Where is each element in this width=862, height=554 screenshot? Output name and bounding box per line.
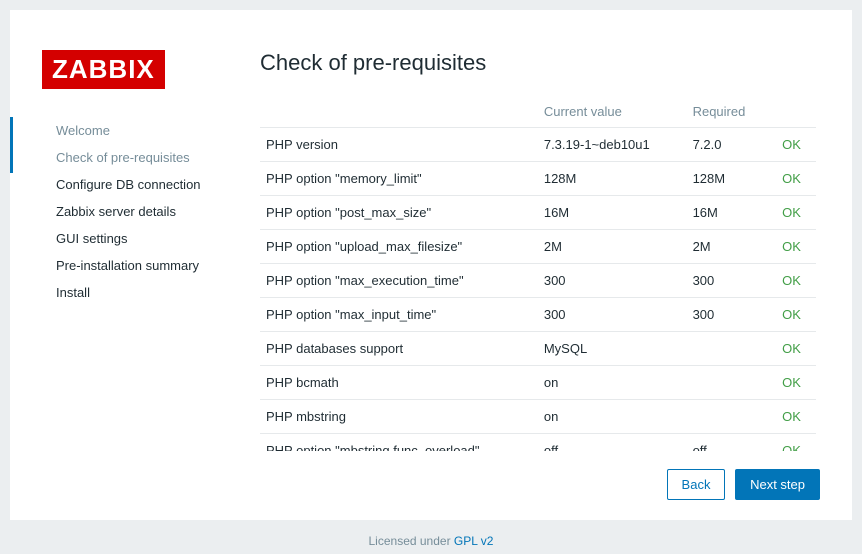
nav-steps: Welcome Check of pre-requisites Configur… bbox=[42, 117, 252, 306]
cell-name: PHP mbstring bbox=[260, 400, 538, 434]
footer-text: Licensed under bbox=[369, 534, 454, 548]
table-row: PHP mbstringon OK bbox=[260, 400, 816, 434]
cell-name: PHP option "max_execution_time" bbox=[260, 264, 538, 298]
cell-required bbox=[687, 332, 777, 366]
cell-name: PHP option "post_max_size" bbox=[260, 196, 538, 230]
cell-required: 16M bbox=[687, 196, 777, 230]
cell-name: PHP option "max_input_time" bbox=[260, 298, 538, 332]
footer: Licensed under GPL v2 bbox=[0, 530, 862, 552]
table-row: PHP databases supportMySQL OK bbox=[260, 332, 816, 366]
prereq-table: Current value Required PHP version7.3.19… bbox=[260, 96, 816, 451]
cell-required: 300 bbox=[687, 298, 777, 332]
page-title: Check of pre-requisites bbox=[260, 50, 820, 76]
cell-status: OK bbox=[776, 298, 816, 332]
zabbix-logo: ZABBIX bbox=[42, 50, 165, 89]
table-row: PHP option "max_execution_time"300300OK bbox=[260, 264, 816, 298]
cell-current-value: on bbox=[538, 400, 687, 434]
nav-indicator bbox=[10, 117, 13, 173]
cell-current-value: 2M bbox=[538, 230, 687, 264]
nav-item-prereq[interactable]: Check of pre-requisites bbox=[42, 144, 252, 171]
main-content: Check of pre-requisites Current value Re… bbox=[252, 50, 820, 500]
cell-status: OK bbox=[776, 128, 816, 162]
cell-status: OK bbox=[776, 366, 816, 400]
nav-item-gui-settings[interactable]: GUI settings bbox=[42, 225, 252, 252]
cell-status: OK bbox=[776, 264, 816, 298]
cell-name: PHP databases support bbox=[260, 332, 538, 366]
th-current-value: Current value bbox=[538, 96, 687, 128]
back-button[interactable]: Back bbox=[667, 469, 726, 500]
footer-license-link[interactable]: GPL v2 bbox=[454, 534, 494, 548]
cell-name: PHP option "upload_max_filesize" bbox=[260, 230, 538, 264]
th-name bbox=[260, 96, 538, 128]
next-step-button[interactable]: Next step bbox=[735, 469, 820, 500]
nav-item-preinstall-summary[interactable]: Pre-installation summary bbox=[42, 252, 252, 279]
cell-required: 2M bbox=[687, 230, 777, 264]
nav-item-configure-db[interactable]: Configure DB connection bbox=[42, 171, 252, 198]
cell-current-value: 300 bbox=[538, 298, 687, 332]
cell-status: OK bbox=[776, 400, 816, 434]
table-row: PHP option "mbstring.func_overload"offof… bbox=[260, 434, 816, 452]
cell-required: 7.2.0 bbox=[687, 128, 777, 162]
table-row: PHP version7.3.19-1~deb10u17.2.0OK bbox=[260, 128, 816, 162]
cell-current-value: 128M bbox=[538, 162, 687, 196]
cell-required: 300 bbox=[687, 264, 777, 298]
cell-current-value: 300 bbox=[538, 264, 687, 298]
cell-current-value: MySQL bbox=[538, 332, 687, 366]
cell-status: OK bbox=[776, 196, 816, 230]
table-row: PHP option "max_input_time"300300OK bbox=[260, 298, 816, 332]
table-row: PHP option "memory_limit"128M128MOK bbox=[260, 162, 816, 196]
cell-status: OK bbox=[776, 332, 816, 366]
cell-name: PHP option "memory_limit" bbox=[260, 162, 538, 196]
table-row: PHP option "post_max_size"16M16MOK bbox=[260, 196, 816, 230]
nav-item-install[interactable]: Install bbox=[42, 279, 252, 306]
cell-required: 128M bbox=[687, 162, 777, 196]
cell-name: PHP option "mbstring.func_overload" bbox=[260, 434, 538, 452]
nav-item-server-details[interactable]: Zabbix server details bbox=[42, 198, 252, 225]
cell-required bbox=[687, 400, 777, 434]
setup-container: ZABBIX Welcome Check of pre-requisites C… bbox=[10, 10, 852, 520]
cell-status: OK bbox=[776, 434, 816, 452]
table-row: PHP bcmathon OK bbox=[260, 366, 816, 400]
th-required: Required bbox=[687, 96, 777, 128]
cell-current-value: 7.3.19-1~deb10u1 bbox=[538, 128, 687, 162]
nav-item-welcome[interactable]: Welcome bbox=[42, 117, 252, 144]
cell-current-value: 16M bbox=[538, 196, 687, 230]
cell-current-value: on bbox=[538, 366, 687, 400]
cell-required: off bbox=[687, 434, 777, 452]
button-row: Back Next step bbox=[260, 451, 820, 500]
cell-name: PHP version bbox=[260, 128, 538, 162]
cell-current-value: off bbox=[538, 434, 687, 452]
table-row: PHP option "upload_max_filesize"2M2MOK bbox=[260, 230, 816, 264]
cell-required bbox=[687, 366, 777, 400]
sidebar: ZABBIX Welcome Check of pre-requisites C… bbox=[42, 50, 252, 500]
cell-status: OK bbox=[776, 230, 816, 264]
prereq-table-wrap[interactable]: Current value Required PHP version7.3.19… bbox=[260, 96, 820, 451]
cell-status: OK bbox=[776, 162, 816, 196]
cell-name: PHP bcmath bbox=[260, 366, 538, 400]
table-header-row: Current value Required bbox=[260, 96, 816, 128]
th-status bbox=[776, 96, 816, 128]
